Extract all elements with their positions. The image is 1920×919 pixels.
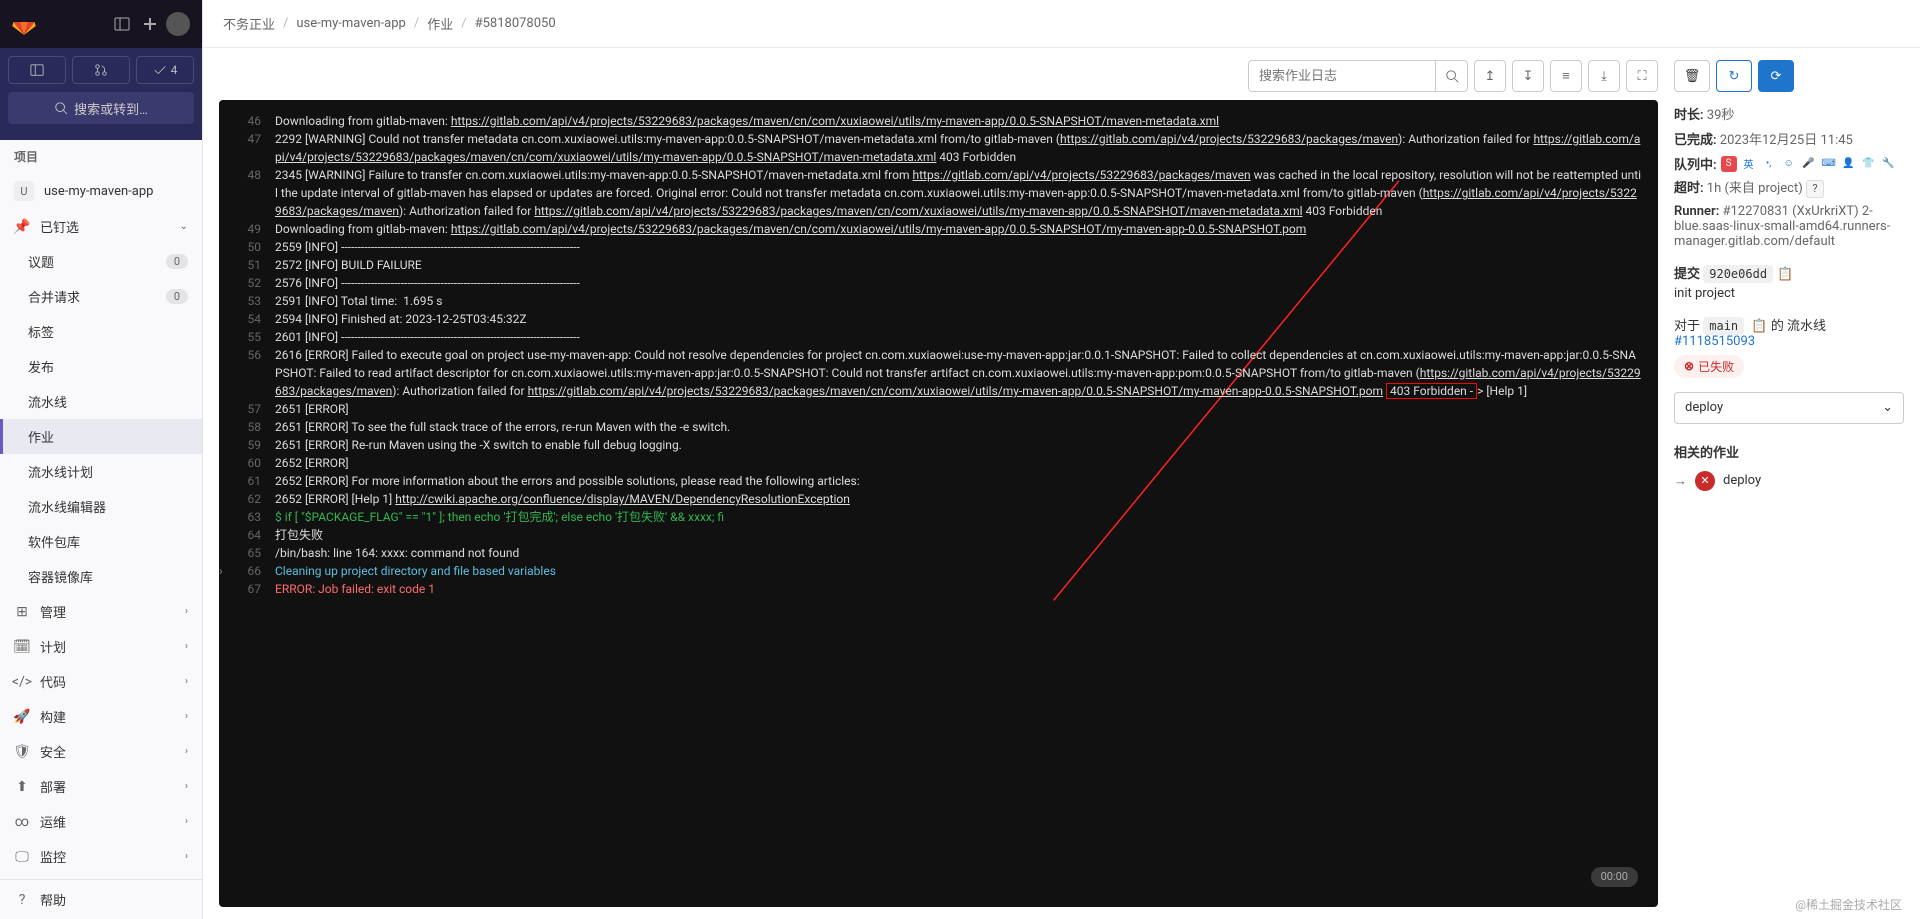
global-search[interactable]: 搜索或转到… [8, 92, 194, 124]
branch-name[interactable]: main [1703, 317, 1744, 335]
nav-build[interactable]: 🚀构建› [0, 699, 202, 734]
copy-sha-icon[interactable]: 📋 [1777, 267, 1793, 282]
section-project: 项目 [0, 140, 202, 173]
shield-icon: 🛡 [14, 744, 30, 760]
status-icon-2: •, [1761, 156, 1777, 172]
nav-plan[interactable]: 🗓计划› [0, 629, 202, 664]
plus-icon[interactable] [138, 12, 162, 36]
crumb-2[interactable]: use-my-maven-app [296, 16, 405, 31]
manage-icon: ⊞ [14, 604, 30, 620]
nav-issues[interactable]: 议题0 [0, 244, 202, 279]
related-job-item[interactable]: → ✕ deploy [1674, 471, 1904, 491]
nav-deploy[interactable]: ⬆部署› [0, 769, 202, 804]
mr-button[interactable] [72, 56, 130, 84]
keyboard-icon: ⌨ [1821, 156, 1837, 172]
duration-value: 39秒 [1707, 108, 1735, 123]
breadcrumb: 不务正业/ use-my-maven-app/ 作业/ #5818078050 [203, 0, 1920, 48]
plan-icon: 🗓 [14, 639, 30, 655]
nav-code[interactable]: </>代码› [0, 664, 202, 699]
commit-message: init project [1674, 286, 1904, 301]
chevron-down-icon: ⌄ [180, 221, 188, 232]
shirt-icon: 👕 [1861, 156, 1877, 172]
chevron-down-icon: ⌄ [1882, 400, 1893, 415]
nav-pipelines[interactable]: 流水线 [0, 384, 202, 419]
nav-containers[interactable]: 容器镜像库 [0, 559, 202, 594]
finished-value: 2023年12月25日 11:45 [1720, 133, 1853, 148]
project-link[interactable]: Uuse-my-maven-app [0, 173, 202, 209]
nav-editor[interactable]: 流水线编辑器 [0, 489, 202, 524]
timeout-help-icon[interactable]: ? [1806, 180, 1824, 198]
code-icon: </> [14, 674, 30, 690]
log-timer: 00:00 [1591, 867, 1638, 888]
nav-manage[interactable]: ⊞管理› [0, 594, 202, 629]
download-log-button[interactable]: ⤓ [1588, 60, 1620, 92]
todo-button[interactable] [8, 56, 66, 84]
person-icon: 👤 [1841, 156, 1857, 172]
run-job-button[interactable]: ⟳ [1758, 60, 1794, 92]
ime-badge-icon: S [1721, 156, 1737, 172]
nav-jobs[interactable]: 作业 [0, 419, 202, 454]
scroll-bottom-button[interactable]: ↧ [1512, 60, 1544, 92]
gitlab-logo-icon[interactable] [12, 12, 36, 36]
nav-mr[interactable]: 合并请求0 [0, 279, 202, 314]
pinned-section[interactable]: 📌已钉选⌄ [0, 209, 202, 244]
nav-ops[interactable]: ∞运维› [0, 804, 202, 839]
nav-tags[interactable]: 标签 [0, 314, 202, 349]
crumb-1[interactable]: 不务正业 [223, 14, 275, 33]
ops-icon: ∞ [14, 814, 30, 830]
pipeline-link[interactable]: #1118515093 [1674, 334, 1755, 349]
mic-icon: 🎤 [1801, 156, 1817, 172]
build-icon: 🚀 [14, 709, 30, 725]
copy-branch-icon[interactable]: 📋 [1751, 319, 1767, 334]
logo-row [0, 0, 202, 48]
pin-icon: 📌 [14, 219, 30, 235]
nav-schedules[interactable]: 流水线计划 [0, 454, 202, 489]
tool-icon: 🔧 [1881, 156, 1897, 172]
nav-packages[interactable]: 软件包库 [0, 524, 202, 559]
status-icon: 英 [1741, 156, 1757, 172]
nav-monitor[interactable]: 🖵监控› [0, 839, 202, 874]
delete-job-button[interactable]: 🗑 [1674, 60, 1710, 92]
commit-sha[interactable]: 920e06dd [1703, 265, 1773, 283]
nav-secure[interactable]: 🛡安全› [0, 734, 202, 769]
job-status-failed-icon: ✕ [1695, 471, 1715, 491]
job-log[interactable]: 46Downloading from gitlab-maven: https:/… [219, 100, 1658, 907]
nav-release[interactable]: 发布 [0, 349, 202, 384]
pipeline-status-badge: ⊗已失败 [1674, 355, 1744, 378]
retry-job-button[interactable]: ↻ [1716, 60, 1752, 92]
nav-help[interactable]: ?帮助 [0, 879, 202, 919]
scroll-top-button[interactable]: ↥ [1474, 60, 1506, 92]
monitor-icon: 🖵 [14, 849, 30, 865]
user-avatar[interactable] [166, 12, 190, 36]
related-jobs-header: 相关的作业 [1674, 442, 1904, 461]
deploy-icon: ⬆ [14, 779, 30, 795]
crumb-4: #5818078050 [475, 16, 556, 31]
fullscreen-button[interactable]: ⛶ [1626, 60, 1658, 92]
watermark: @稀土掘金技术社区 [1795, 896, 1902, 913]
help-icon: ? [14, 892, 30, 908]
log-search-button[interactable] [1436, 60, 1468, 92]
search-icon [1445, 69, 1459, 83]
timeout-value: 1h (来自 project) [1707, 181, 1803, 196]
log-search-input[interactable] [1248, 60, 1436, 92]
search-icon [54, 101, 68, 115]
approvals-button[interactable]: 4 [136, 56, 194, 84]
smile-icon: ☺ [1781, 156, 1797, 172]
raw-log-button[interactable]: ≡ [1550, 60, 1582, 92]
stage-select[interactable]: deploy⌄ [1674, 392, 1904, 424]
crumb-3[interactable]: 作业 [427, 14, 453, 33]
panel-icon[interactable] [110, 12, 134, 36]
